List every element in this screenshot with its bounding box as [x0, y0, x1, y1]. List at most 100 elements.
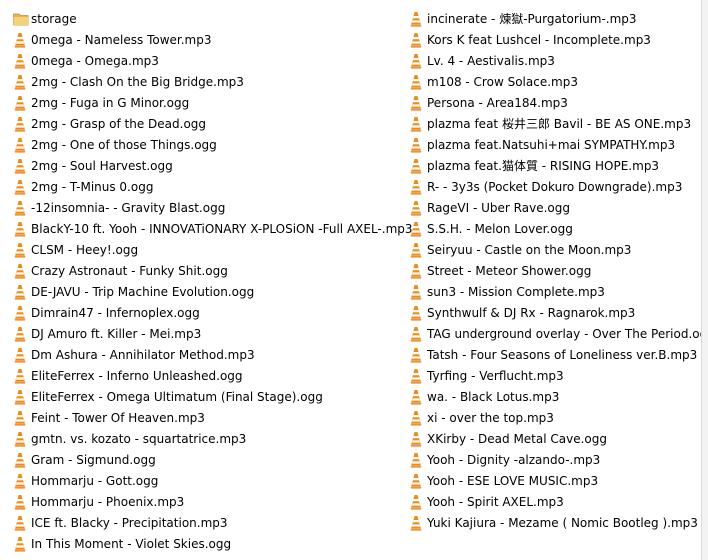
vlc-media-file-icon	[409, 200, 427, 216]
file-item[interactable]: Street - Meteor Shower.ogg	[396, 260, 701, 281]
file-name: Crazy Astronaut - Funky Shit.ogg	[31, 263, 228, 278]
file-name: Yooh - ESE LOVE MUSIC.mp3	[427, 473, 599, 488]
file-item[interactable]: BlackY-10 ft. Yooh - INNOVATiONARY X-PLO…	[0, 218, 413, 239]
file-list-view: storage 0mega - Nameless Tower.mp3 0mega -…	[0, 0, 708, 560]
file-item[interactable]: EliteFerrex - Inferno Unleashed.ogg	[0, 365, 396, 386]
file-item[interactable]: Crazy Astronaut - Funky Shit.ogg	[0, 260, 396, 281]
file-item[interactable]: Dimrain47 - Infernoplex.ogg	[0, 302, 396, 323]
file-item[interactable]: R- - 3y3s (Pocket Dokuro Downgrade).mp3	[396, 176, 701, 197]
file-name: Tatsh - Four Seasons of Loneliness ver.B…	[427, 347, 698, 362]
vlc-media-file-icon	[409, 431, 427, 447]
vlc-media-file-icon	[409, 305, 427, 321]
folder-icon	[13, 11, 31, 27]
file-item[interactable]: DE-JAVU - Trip Machine Evolution.ogg	[0, 281, 396, 302]
file-item[interactable]: sun3 - Mission Complete.mp3	[396, 281, 701, 302]
file-item[interactable]: Hommarju - Phoenix.mp3	[0, 491, 396, 512]
file-item[interactable]: 2mg - Fuga in G Minor.ogg	[0, 92, 396, 113]
file-item[interactable]: wa. - Black Lotus.mp3	[396, 386, 701, 407]
file-name: Street - Meteor Shower.ogg	[427, 263, 592, 278]
file-item[interactable]: 2mg - T-Minus 0.ogg	[0, 176, 396, 197]
vlc-media-file-icon	[13, 74, 31, 90]
file-name: RageVI - Uber Rave.ogg	[427, 200, 570, 215]
file-item[interactable]: DJ Amuro ft. Killer - Mei.mp3	[0, 323, 396, 344]
file-item[interactable]: Feint - Tower Of Heaven.mp3	[0, 407, 396, 428]
file-item[interactable]: EliteFerrex - Omega Ultimatum (Final Sta…	[0, 386, 396, 407]
vlc-media-file-icon	[409, 494, 427, 510]
file-name: Yuki Kajiura - Mezame ( Nomic Bootleg ).…	[427, 515, 698, 530]
file-name: storage	[31, 11, 77, 26]
file-item[interactable]: plazma feat 桜井三郎 Bavil - BE AS ONE.mp3	[396, 113, 701, 134]
file-item[interactable]: Gram - Sigmund.ogg	[0, 449, 396, 470]
vlc-media-file-icon	[13, 53, 31, 69]
vlc-media-file-icon	[409, 389, 427, 405]
file-item[interactable]: Yooh - Dignity -alzando-.mp3	[396, 449, 701, 470]
file-name: TAG underground overlay - Over The Perio…	[427, 326, 708, 341]
file-item[interactable]: Tyrfing - Verflucht.mp3	[396, 365, 701, 386]
file-name: incinerate - 煉獄-Purgatorium-.mp3	[427, 12, 637, 26]
file-item[interactable]: TAG underground overlay - Over The Perio…	[396, 323, 708, 344]
file-item[interactable]: S.S.H. - Melon Lover.ogg	[396, 218, 701, 239]
vlc-media-file-icon	[13, 515, 31, 531]
vlc-media-file-icon	[13, 32, 31, 48]
file-name: Yooh - Spirit AXEL.mp3	[427, 494, 564, 509]
file-item[interactable]: Yooh - ESE LOVE MUSIC.mp3	[396, 470, 701, 491]
file-item[interactable]: incinerate - 煉獄-Purgatorium-.mp3	[396, 8, 701, 29]
file-item[interactable]: 0mega - Omega.mp3	[0, 50, 396, 71]
vlc-media-file-icon	[13, 452, 31, 468]
file-item[interactable]: 2mg - Soul Harvest.ogg	[0, 155, 396, 176]
file-item[interactable]: XKirby - Dead Metal Cave.ogg	[396, 428, 701, 449]
file-name: R- - 3y3s (Pocket Dokuro Downgrade).mp3	[427, 179, 683, 194]
file-name: plazma feat 桜井三郎 Bavil - BE AS ONE.mp3	[427, 117, 692, 131]
file-item[interactable]: Persona - Area184.mp3	[396, 92, 701, 113]
file-item[interactable]: -12insomnia- - Gravity Blast.ogg	[0, 197, 396, 218]
file-item[interactable]: ICE ft. Blacky - Precipitation.mp3	[0, 512, 396, 533]
file-item[interactable]: Hommarju - Gott.ogg	[0, 470, 396, 491]
file-name: 2mg - Fuga in G Minor.ogg	[31, 95, 190, 110]
vlc-media-file-icon	[409, 515, 427, 531]
vlc-media-file-icon	[13, 284, 31, 300]
file-item[interactable]: gmtn. vs. kozato - squartatrice.mp3	[0, 428, 396, 449]
vlc-media-file-icon	[409, 368, 427, 384]
vlc-media-file-icon	[409, 158, 427, 174]
vlc-media-file-icon	[409, 74, 427, 90]
file-item[interactable]: 0mega - Nameless Tower.mp3	[0, 29, 396, 50]
vlc-media-file-icon	[13, 326, 31, 342]
file-item[interactable]: In This Moment - Violet Skies.ogg	[0, 533, 396, 554]
file-item[interactable]: Yuki Kajiura - Mezame ( Nomic Bootleg ).…	[396, 512, 701, 533]
file-item[interactable]: Kors K feat Lushcel - Incomplete.mp3	[396, 29, 701, 50]
file-item[interactable]: RageVI - Uber Rave.ogg	[396, 197, 701, 218]
folder-item[interactable]: storage	[0, 8, 396, 29]
file-item[interactable]: Dm Ashura - Annihilator Method.mp3	[0, 344, 396, 365]
file-item[interactable]: Seiryuu - Castle on the Moon.mp3	[396, 239, 701, 260]
vlc-media-file-icon	[13, 137, 31, 153]
file-name: Feint - Tower Of Heaven.mp3	[31, 410, 205, 425]
file-name: Synthwulf & DJ Rx - Ragnarok.mp3	[427, 305, 636, 320]
vlc-media-file-icon	[409, 284, 427, 300]
vlc-media-file-icon	[409, 179, 427, 195]
file-item[interactable]: 2mg - Grasp of the Dead.ogg	[0, 113, 396, 134]
file-column-left: storage 0mega - Nameless Tower.mp3 0mega -…	[0, 8, 413, 554]
file-item[interactable]: plazma feat.Natsuhi+mai SYMPATHY.mp3	[396, 134, 701, 155]
window-edge	[701, 0, 708, 560]
vlc-media-file-icon	[13, 221, 31, 237]
file-item[interactable]: Tatsh - Four Seasons of Loneliness ver.B…	[396, 344, 701, 365]
vlc-media-file-icon	[13, 431, 31, 447]
vlc-media-file-icon	[409, 473, 427, 489]
vlc-media-file-icon	[409, 137, 427, 153]
vlc-media-file-icon	[13, 263, 31, 279]
file-item[interactable]: Yooh - Spirit AXEL.mp3	[396, 491, 701, 512]
vlc-media-file-icon	[13, 347, 31, 363]
file-name: 2mg - Soul Harvest.ogg	[31, 158, 173, 173]
file-item[interactable]: m108 - Crow Solace.mp3	[396, 71, 701, 92]
file-item[interactable]: CLSM - Heey!.ogg	[0, 239, 396, 260]
file-item[interactable]: Synthwulf & DJ Rx - Ragnarok.mp3	[396, 302, 701, 323]
file-item[interactable]: plazma feat.猫体質 - RISING HOPE.mp3	[396, 155, 701, 176]
file-item[interactable]: 2mg - One of those Things.ogg	[0, 134, 396, 155]
file-name: DE-JAVU - Trip Machine Evolution.ogg	[31, 284, 255, 299]
file-item[interactable]: xi - over the top.mp3	[396, 407, 701, 428]
vlc-media-file-icon	[409, 95, 427, 111]
file-item[interactable]: 2mg - Clash On the Big Bridge.mp3	[0, 71, 396, 92]
file-name: 2mg - One of those Things.ogg	[31, 137, 217, 152]
file-name: plazma feat.猫体質 - RISING HOPE.mp3	[427, 159, 660, 173]
file-item[interactable]: Lv. 4 - Aestivalis.mp3	[396, 50, 701, 71]
